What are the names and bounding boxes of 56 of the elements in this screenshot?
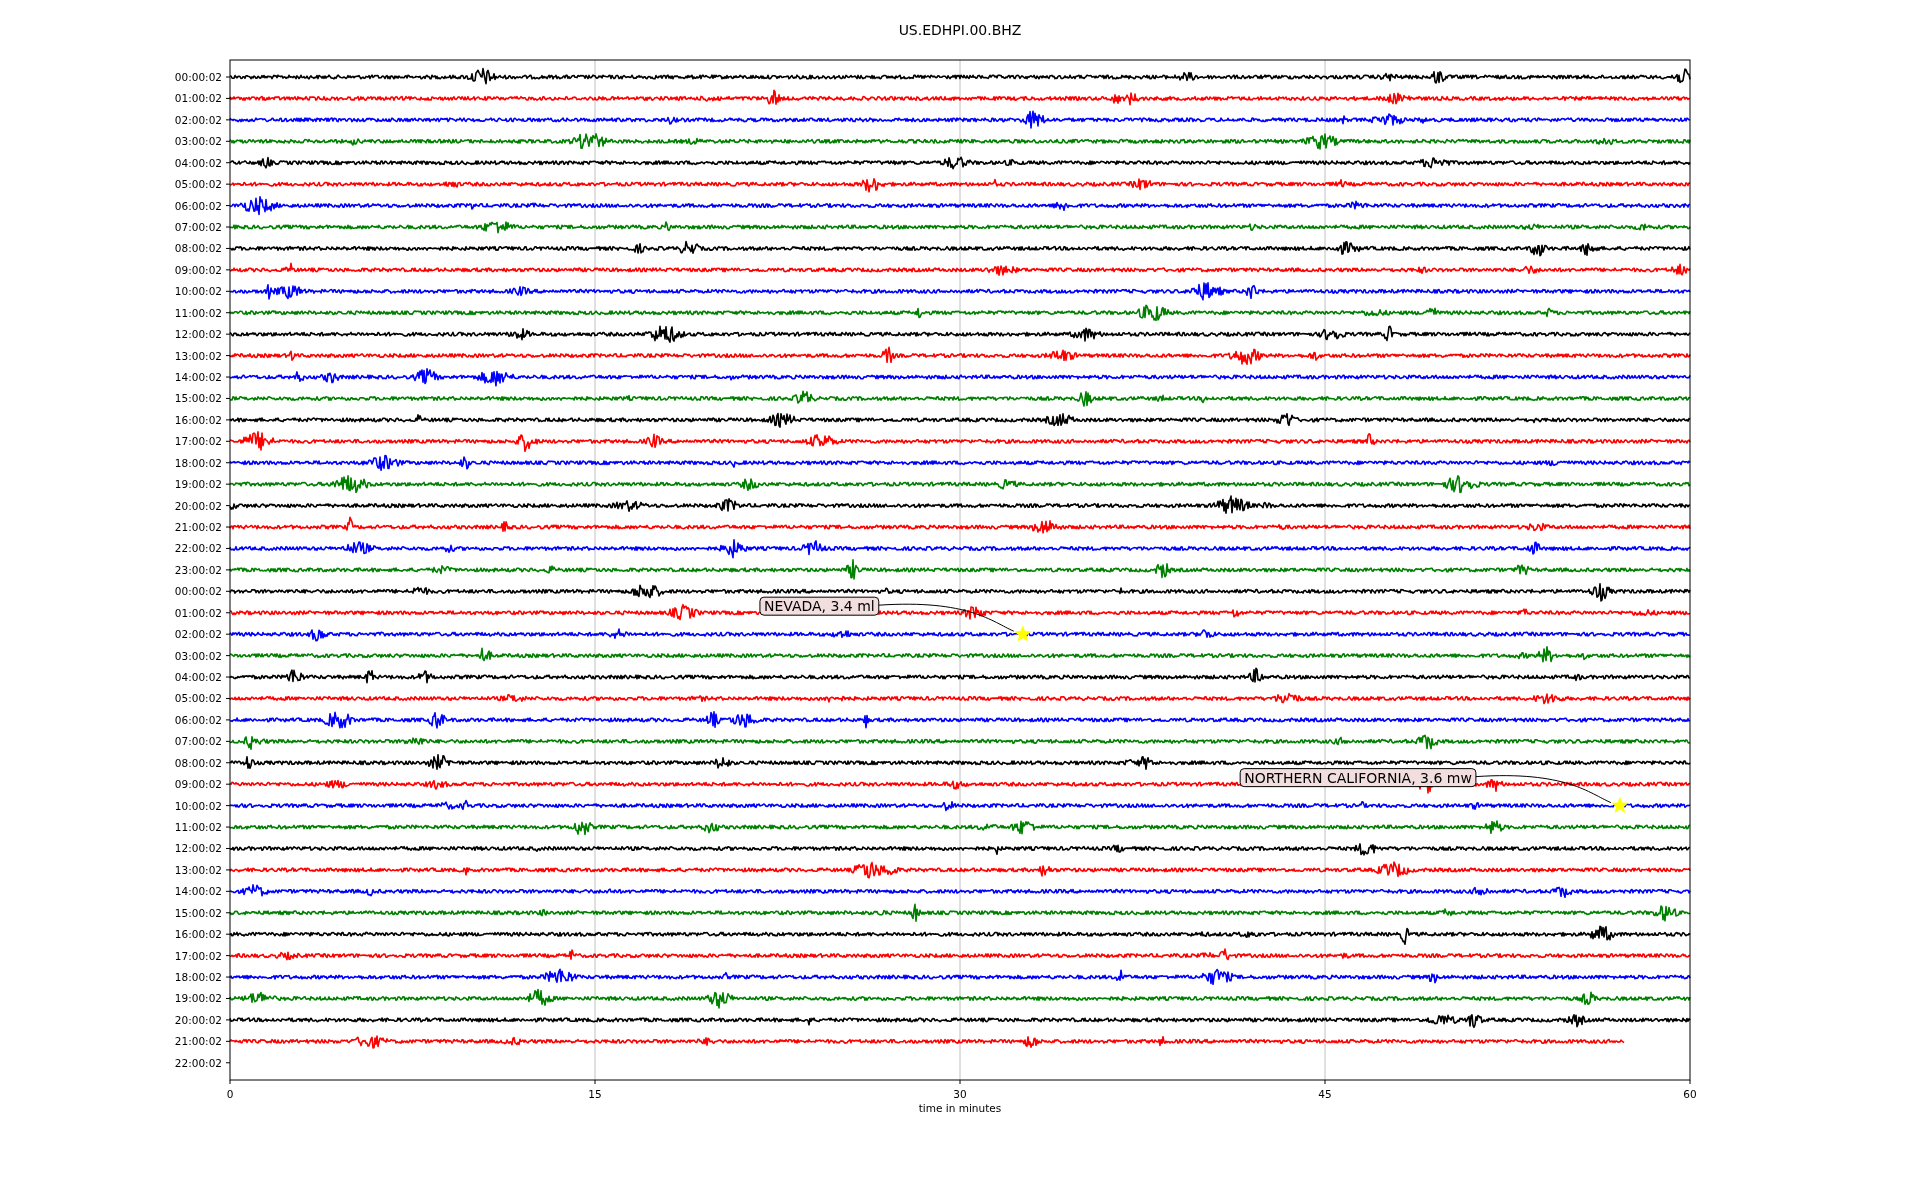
hour-label: 07:00:02 bbox=[174, 221, 222, 233]
hour-label: 22:00:02 bbox=[174, 1056, 222, 1069]
hour-label: 21:00:02 bbox=[174, 1035, 222, 1048]
hour-label: 11:00:02 bbox=[174, 821, 222, 834]
hour-label: 17:00:02 bbox=[174, 949, 222, 962]
hour-label: 10:00:02 bbox=[174, 285, 222, 298]
hour-label: 01:00:02 bbox=[174, 92, 222, 105]
hour-label: 14:00:02 bbox=[174, 885, 222, 898]
hour-label: 09:00:02 bbox=[174, 778, 222, 791]
hour-label: 00:00:02 bbox=[174, 585, 222, 598]
hour-label: 07:00:02 bbox=[174, 735, 222, 748]
x-tick-label: 15 bbox=[588, 1088, 602, 1100]
hour-label: 10:00:02 bbox=[174, 799, 222, 812]
hour-label: 12:00:02 bbox=[174, 328, 222, 341]
hour-label: 03:00:02 bbox=[174, 649, 222, 662]
hour-label: 02:00:02 bbox=[174, 628, 222, 641]
hour-label: 16:00:02 bbox=[174, 928, 222, 941]
hour-label: 04:00:02 bbox=[174, 671, 222, 684]
hour-label: 20:00:02 bbox=[174, 499, 222, 512]
hour-label: 18:00:02 bbox=[174, 456, 222, 469]
event-annotation-label: NEVADA, 3.4 ml bbox=[759, 596, 880, 616]
hour-label: 19:00:02 bbox=[174, 478, 222, 491]
hour-label: 21:00:02 bbox=[174, 521, 222, 534]
x-tick-label: 30 bbox=[953, 1088, 967, 1100]
hour-label: 11:00:02 bbox=[174, 306, 222, 319]
hour-label: 22:00:02 bbox=[174, 542, 222, 555]
hour-label: 00:00:02 bbox=[174, 71, 222, 83]
hour-label: 13:00:02 bbox=[174, 863, 222, 876]
hour-label: 15:00:02 bbox=[174, 392, 222, 405]
hour-label: 05:00:02 bbox=[174, 692, 222, 705]
hour-label: 05:00:02 bbox=[174, 178, 222, 191]
hour-label: 17:00:02 bbox=[174, 435, 222, 448]
hour-label: 09:00:02 bbox=[174, 263, 222, 276]
hour-label: 23:00:02 bbox=[174, 563, 222, 576]
event-annotation-label: NORTHERN CALIFORNIA, 3.6 mw bbox=[1239, 768, 1477, 788]
hour-label: 15:00:02 bbox=[174, 906, 222, 919]
hour-label: 14:00:02 bbox=[174, 371, 222, 383]
hour-label: 08:00:02 bbox=[174, 756, 222, 769]
plot-title: US.EDHPI.00.BHZ bbox=[898, 22, 1022, 38]
hour-label: 06:00:02 bbox=[174, 199, 222, 212]
hour-label: 03:00:02 bbox=[174, 135, 222, 148]
hour-label: 01:00:02 bbox=[174, 606, 222, 619]
hour-label: 16:00:02 bbox=[174, 413, 222, 426]
x-tick-label: 60 bbox=[1683, 1088, 1697, 1100]
x-axis-label: time in minutes bbox=[918, 1102, 1002, 1114]
x-tick-label: 45 bbox=[1318, 1088, 1332, 1100]
x-tick-label: 0 bbox=[226, 1088, 234, 1100]
hour-label: 02:00:02 bbox=[174, 113, 222, 126]
hour-label: 06:00:02 bbox=[174, 713, 222, 726]
hour-label: 13:00:02 bbox=[174, 349, 222, 362]
hour-label: 08:00:02 bbox=[174, 242, 222, 255]
hour-label: 20:00:02 bbox=[174, 1013, 222, 1026]
hour-label: 12:00:02 bbox=[174, 842, 222, 855]
hour-label: 19:00:02 bbox=[174, 992, 222, 1005]
hour-label: 18:00:02 bbox=[174, 971, 222, 984]
hour-label: 04:00:02 bbox=[174, 156, 222, 169]
